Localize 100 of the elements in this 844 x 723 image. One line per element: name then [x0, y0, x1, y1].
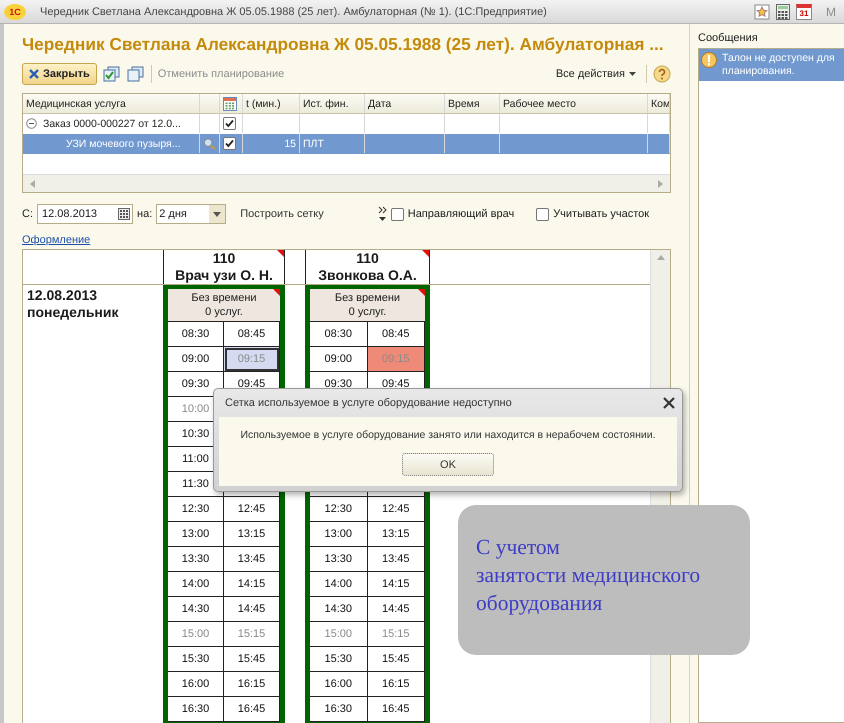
days-label: на:: [137, 208, 152, 220]
chevron-icon[interactable]: [378, 206, 387, 222]
time-slot[interactable]: 09:00: [168, 347, 224, 372]
no-time-label: Без времени: [191, 291, 257, 305]
time-slot[interactable]: 13:30: [168, 547, 224, 572]
corner-mark-icon: [273, 289, 280, 296]
time-slot[interactable]: 14:15: [368, 572, 425, 597]
room-number: 110: [356, 250, 379, 267]
time-slot[interactable]: 12:30: [168, 497, 224, 522]
time-slot[interactable]: 14:45: [368, 597, 425, 622]
time-slot[interactable]: 08:45: [224, 322, 280, 347]
column-header[interactable]: Рабочее место: [503, 98, 576, 110]
time-slot[interactable]: 14:45: [224, 597, 280, 622]
time-slot[interactable]: 16:45: [368, 697, 425, 722]
time-slot[interactable]: 13:30: [310, 547, 368, 572]
time-slot[interactable]: 16:30: [168, 697, 224, 722]
time-slot[interactable]: 08:30: [168, 322, 224, 347]
corner-mark-icon: [277, 250, 284, 257]
callout-note: С учетом занятости медицинского оборудования: [458, 505, 750, 655]
time-slot[interactable]: 16:30: [310, 697, 368, 722]
dialog-message: Используемое в услуге оборудование занято или находится в нерабочем состоянии.: [240, 429, 656, 441]
messages-title: Сообщения: [698, 32, 759, 44]
app-logo: 1С: [4, 4, 26, 20]
time-slot[interactable]: 15:45: [368, 647, 425, 672]
days-select[interactable]: 2 дня: [156, 204, 226, 224]
time-slot[interactable]: 09:30: [168, 372, 224, 397]
time-slot[interactable]: 13:00: [168, 522, 224, 547]
time-slot[interactable]: 14:15: [224, 572, 280, 597]
time-slot[interactable]: 13:45: [224, 547, 280, 572]
time-slot[interactable]: 14:00: [168, 572, 224, 597]
time-slot[interactable]: 09:00: [310, 347, 368, 372]
cross-icon: [29, 69, 39, 79]
doctor-name: Звонкова О.А.: [318, 267, 417, 284]
star-icon[interactable]: [754, 4, 770, 20]
time-slot[interactable]: 13:00: [310, 522, 368, 547]
pages-icon[interactable]: [126, 66, 145, 82]
no-time-slot[interactable]: Без времени 0 услуг.: [168, 289, 280, 322]
column-header[interactable]: Ист. фин.: [303, 98, 348, 110]
column-header[interactable]: Ком: [651, 98, 669, 110]
corner-mark-icon: [422, 250, 429, 257]
time-slot[interactable]: 16:15: [224, 672, 280, 697]
check-pages-icon[interactable]: [102, 66, 121, 82]
time-slot[interactable]: 12:45: [368, 497, 425, 522]
table-cell: ПЛТ: [303, 138, 324, 150]
day-weekday: понедельник: [27, 304, 120, 321]
window-title: Чередник Светлана Александровна Ж 05.05.1988 (25 лет). Амбулаторная (№ 1). (1С:Предприятие): [40, 6, 548, 18]
build-grid-button[interactable]: Построить сетку: [240, 208, 324, 220]
column-header[interactable]: t (мин.): [246, 98, 281, 110]
table-cell: 15: [284, 138, 296, 150]
option-label[interactable]: Учитывать участок: [553, 208, 650, 220]
corner-mark-icon: [418, 289, 425, 296]
form-title: Чередник Светлана Александровна Ж 05.05.1988 (25 лет). Амбулаторная ...: [22, 33, 665, 56]
help-icon[interactable]: [653, 65, 671, 83]
column-header[interactable]: Медицинская услуга: [26, 98, 126, 110]
time-slot[interactable]: 13:45: [368, 547, 425, 572]
no-time-label: Без времени: [334, 291, 400, 305]
time-slot[interactable]: 08:45: [368, 322, 425, 347]
dialog-title: Сетка используемое в услуге оборудование недоступно: [225, 397, 512, 409]
time-slot[interactable]: 13:15: [224, 522, 280, 547]
time-slot[interactable]: 14:30: [168, 597, 224, 622]
row-checkbox[interactable]: [223, 137, 236, 150]
row-checkbox[interactable]: [223, 117, 236, 130]
time-slot[interactable]: 16:00: [168, 672, 224, 697]
services-count: 0 услуг.: [205, 305, 243, 319]
time-slot[interactable]: 14:00: [310, 572, 368, 597]
room-number: 110: [212, 250, 236, 267]
time-slot[interactable]: 16:00: [310, 672, 368, 697]
search-icon[interactable]: [203, 136, 216, 150]
all-actions-menu[interactable]: Все действия: [552, 68, 640, 80]
collapse-icon[interactable]: [26, 118, 37, 129]
option-checkbox[interactable]: [390, 208, 404, 220]
time-slot[interactable]: 12:30: [310, 497, 368, 522]
column-header[interactable]: Время: [448, 98, 480, 110]
time-slot[interactable]: 13:15: [368, 522, 425, 547]
time-slot[interactable]: 12:45: [224, 497, 280, 522]
calendar-icon[interactable]: 31: [796, 4, 812, 20]
time-slot[interactable]: 14:30: [310, 597, 368, 622]
table-row[interactable]: Заказ 0000-000227 от 12.0...: [23, 114, 670, 134]
time-slot[interactable]: 16:15: [368, 672, 425, 697]
option-checkbox[interactable]: [536, 208, 550, 220]
close-icon[interactable]: [663, 397, 675, 409]
calendar-icon[interactable]: [118, 208, 130, 220]
close-button[interactable]: Закрыть: [22, 63, 97, 85]
table-cell: Заказ 0000-000227 от 12.0...: [43, 118, 181, 130]
appearance-link[interactable]: Оформление: [22, 234, 90, 246]
option-label[interactable]: Направляющий врач: [408, 208, 514, 220]
time-slot[interactable]: 16:45: [224, 697, 280, 722]
warning-icon: [701, 52, 717, 68]
ok-button[interactable]: OK: [402, 453, 494, 476]
calculator-icon[interactable]: [776, 4, 790, 20]
no-time-slot[interactable]: Без времени 0 услуг.: [310, 289, 425, 322]
services-count: 0 услуг.: [348, 305, 386, 319]
from-label: С:: [22, 208, 33, 220]
time-slot[interactable]: 15:30: [310, 647, 368, 672]
column-header[interactable]: Дата: [368, 98, 392, 110]
day-date: 12.08.2013: [27, 287, 98, 304]
date-field[interactable]: 12.08.2013: [37, 204, 133, 224]
time-slot[interactable]: 08:30: [310, 322, 368, 347]
time-slot[interactable]: 15:45: [224, 647, 280, 672]
time-slot[interactable]: 15:30: [168, 647, 224, 672]
